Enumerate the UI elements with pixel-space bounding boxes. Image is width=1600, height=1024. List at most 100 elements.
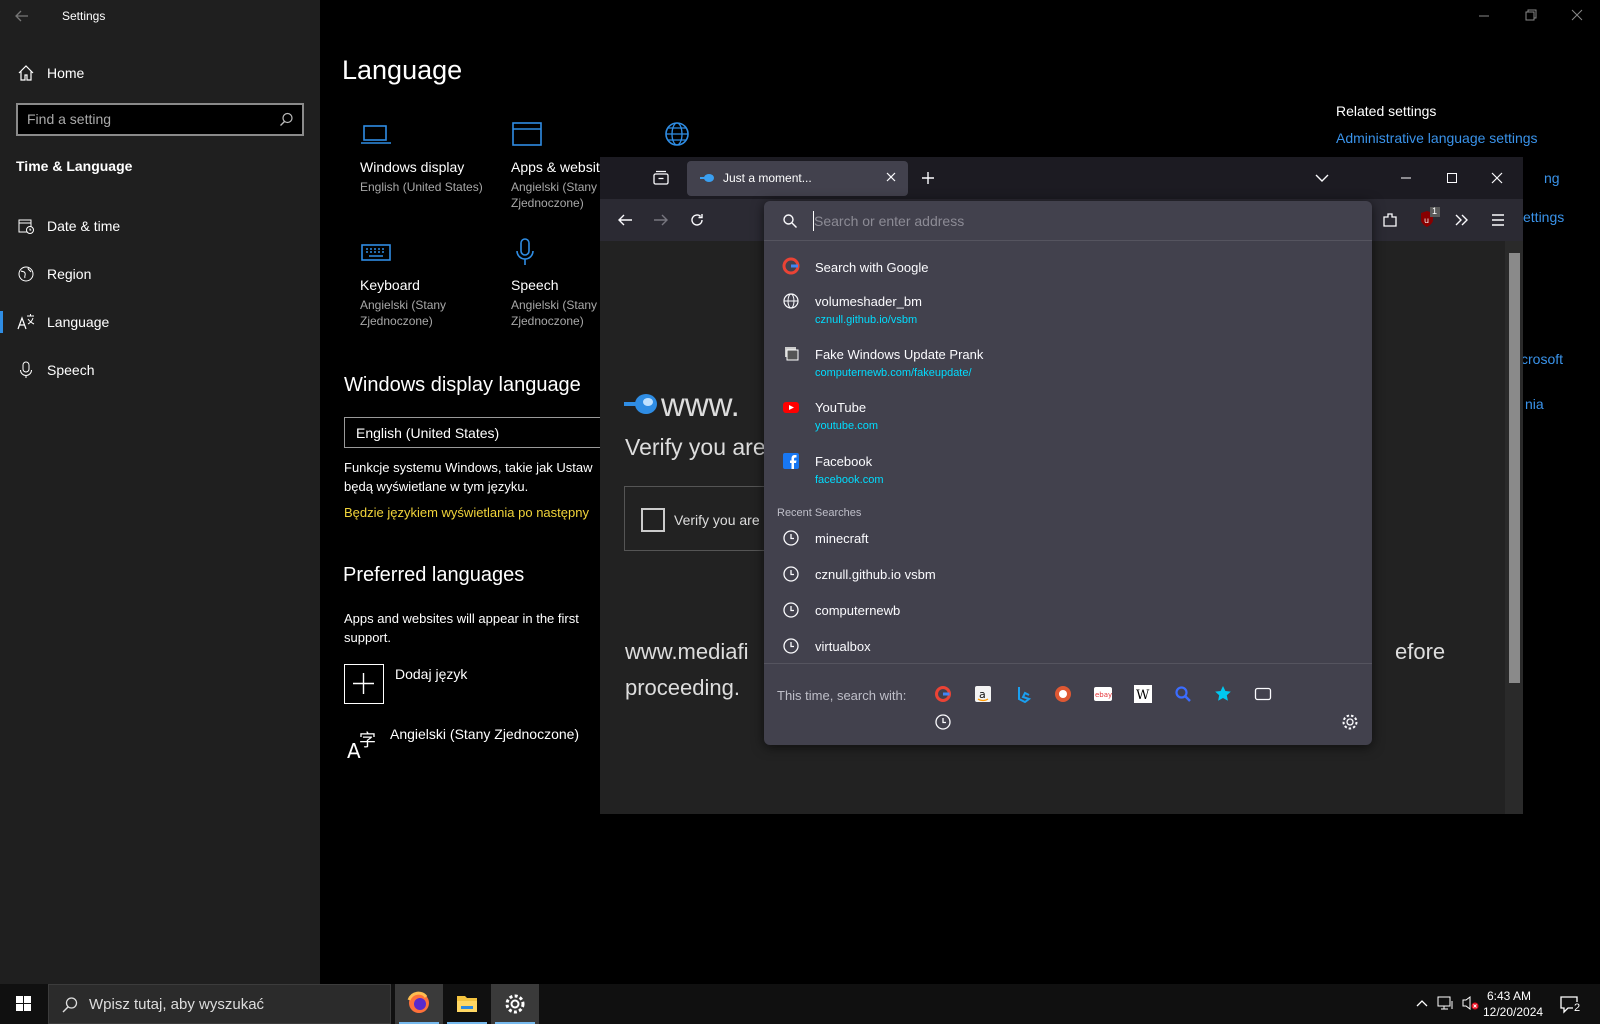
google-icon [782,257,800,275]
search-settings-gear-icon[interactable] [1341,713,1359,731]
restore-icon[interactable] [1524,8,1538,22]
display-language-desc: Funkcje systemu Windows, takie jak Ustaw… [344,458,593,496]
preferred-languages-desc-line2: support. [344,630,391,645]
google-icon[interactable] [934,685,952,703]
taskbar-search-box[interactable]: Wpisz tutaj, aby wyszukać [48,984,391,1024]
suggestion-url: cznull.github.io/vsbm [815,314,918,326]
related-link-3[interactable]: ettings [1523,209,1564,225]
hamburger-menu-icon[interactable] [1489,211,1507,229]
tile-title: Windows display [360,159,465,175]
nav-speech[interactable]: Speech [0,350,320,390]
settings-search-input[interactable]: Find a setting [16,103,304,136]
keyboard-icon [360,238,392,266]
svg-text:u: u [1424,216,1429,225]
recent-search-text: cznull.github.io vsbm [815,567,936,582]
bing-icon[interactable] [1014,685,1032,703]
reload-icon[interactable] [688,211,706,229]
display-language-select[interactable]: English (United States) [344,417,606,448]
bookmarks-star-icon[interactable] [1214,685,1232,703]
taskbar-settings[interactable] [491,984,539,1024]
add-language-label: Dodaj język [395,666,468,682]
close-tab-icon[interactable] [884,170,898,184]
youtube-icon [782,398,800,416]
preferred-languages-heading: Preferred languages [343,564,525,586]
related-link-4[interactable]: crosoft [1521,351,1563,367]
scrollbar-thumb[interactable] [1509,253,1520,683]
address-placeholder: Search or enter address [814,213,965,229]
taskbar-clock[interactable]: 6:43 AM 12/20/2024 [1483,988,1543,1020]
display-language-desc-line2: będą wyświetlane w tym języku. [344,479,529,494]
suggestion-search-google[interactable]: Search with Google [764,251,1372,285]
search-engine-icon[interactable] [1174,685,1192,703]
history-icon[interactable] [934,713,952,731]
nav-region[interactable]: Region [0,254,320,294]
suggestion-youtube[interactable]: YouTube youtube.com [764,393,1372,441]
tabs-icon[interactable] [1254,685,1272,703]
captcha-checkbox[interactable] [641,508,665,532]
svg-text:W: W [1136,688,1150,703]
admin-language-link[interactable]: Administrative language settings [1336,130,1538,146]
new-tab-plus-icon[interactable] [920,170,936,186]
network-icon[interactable] [1437,995,1455,1011]
section-label: Time & Language [16,158,133,174]
duckduckgo-icon[interactable] [1054,685,1072,703]
search-icon[interactable] [279,112,294,127]
volume-muted-icon[interactable] [1461,995,1479,1011]
notification-center-icon[interactable]: 2 [1559,994,1583,1016]
recent-search-item[interactable]: computernewb [764,595,1372,629]
nav-date-time[interactable]: Date & time [0,206,320,246]
active-tab[interactable]: Just a moment... [687,161,908,196]
page-long-text-right: efore [1395,639,1446,664]
suggestion-url: youtube.com [815,420,878,432]
suggestion-volumeshader[interactable]: volumeshader_bm cznull.github.io/vsbm [764,287,1372,335]
search-icon [782,213,798,229]
language-list-item[interactable]: Angielski (Stany Zjednoczone) [390,726,579,742]
wikipedia-icon[interactable]: W [1134,685,1152,703]
related-link-2[interactable]: ng [1544,170,1560,186]
language-pack-icon: A字 [346,726,380,760]
clock-time: 6:43 AM [1486,989,1532,1003]
minimize-icon[interactable] [1399,171,1413,185]
tile-keyboard[interactable]: Keyboard Angielski (Stany Zjednoczone) [360,238,500,329]
globe-icon[interactable] [662,120,692,150]
forward-arrow-icon[interactable] [652,211,670,229]
display-language-heading: Windows display language [344,374,581,396]
minimize-icon[interactable] [1477,8,1491,22]
start-button[interactable] [0,984,48,1024]
related-link-5[interactable]: nia [1525,396,1544,412]
close-icon[interactable] [1490,171,1504,185]
add-language-button[interactable] [344,664,384,704]
ebay-icon[interactable]: ebay [1094,685,1112,703]
address-input[interactable]: Search or enter address [764,201,1372,241]
tray-chevron-up-icon[interactable] [1415,996,1429,1010]
recent-search-item[interactable]: minecraft [764,523,1372,557]
nav-date-time-label: Date & time [47,218,121,234]
monitor-icon [360,120,392,148]
back-arrow-icon[interactable] [14,8,34,26]
amazon-icon[interactable]: a [974,685,992,703]
nav-home[interactable]: Home [0,53,320,93]
ublock-icon[interactable]: u 1 [1416,206,1442,231]
list-tabs-chevron-down-icon[interactable] [1314,171,1330,185]
tile-subtitle: Angielski (Stany Zjednoczone) [511,180,598,210]
suggestion-fake-update[interactable]: Fake Windows Update Prank computernewb.c… [764,340,1372,388]
tab-overview-icon[interactable] [652,170,670,186]
taskbar-firefox[interactable] [395,984,443,1024]
address-bar-dropdown: Search or enter address Search with Goog… [764,201,1372,745]
overflow-chevrons-icon[interactable] [1453,211,1471,229]
close-icon[interactable] [1570,8,1584,22]
suggestion-facebook[interactable]: Facebook facebook.com [764,447,1372,495]
nav-language[interactable]: Language [0,302,320,342]
recent-search-item[interactable]: virtualbox [764,631,1372,665]
taskbar-file-explorer[interactable] [443,984,491,1024]
settings-window-title: Settings [62,9,106,23]
extensions-puzzle-icon[interactable] [1381,211,1399,229]
back-arrow-icon[interactable] [616,211,634,229]
nav-speech-label: Speech [47,362,95,378]
maximize-icon[interactable] [1445,171,1459,185]
suggestion-title: Search with Google [815,260,929,275]
page-scrollbar[interactable] [1505,241,1523,814]
recent-search-item[interactable]: cznull.github.io vsbm [764,559,1372,593]
suggestion-title: Facebook [815,454,873,469]
tile-windows-display[interactable]: Windows display English (United States) [360,120,500,195]
